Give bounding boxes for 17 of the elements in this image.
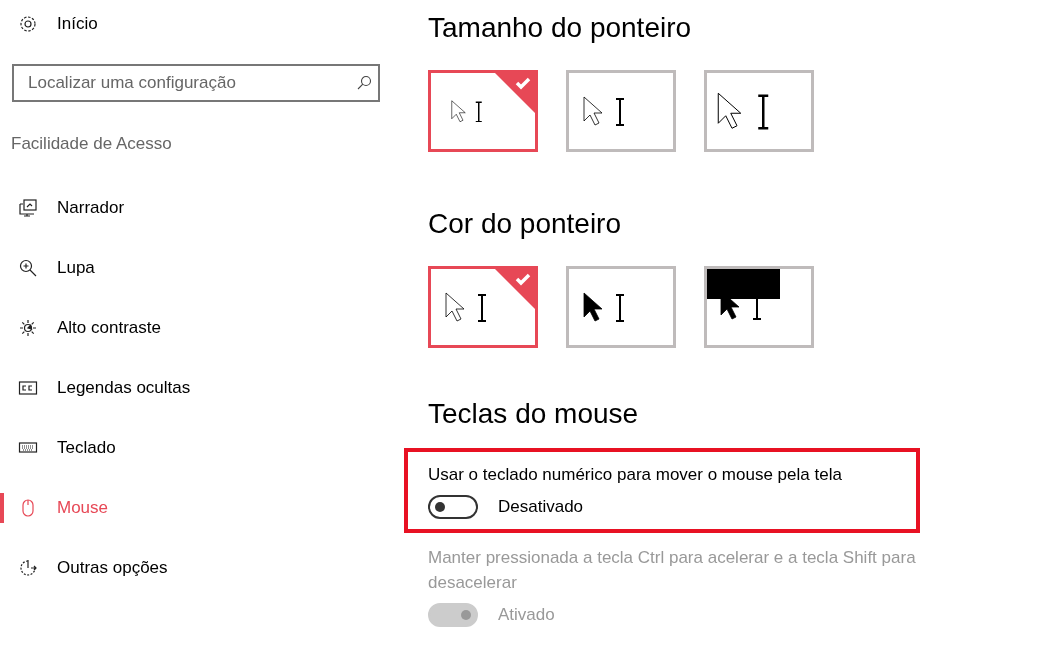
- section-title: Cor do ponteiro: [428, 207, 622, 241]
- section-heading: Facilidade de Acesso: [11, 134, 173, 155]
- section-title: Teclas do mouse: [428, 397, 640, 431]
- nav-item[interactable]: Narrador: [0, 178, 404, 238]
- nav-item[interactable]: Outras opções: [0, 538, 404, 598]
- nav-item[interactable]: Lupa: [0, 238, 404, 298]
- nav-item[interactable]: Teclado: [0, 418, 404, 478]
- search-field[interactable]: Localizar uma configuração: [12, 64, 380, 102]
- toggle-state: Desativado: [498, 497, 584, 517]
- nav-item[interactable]: Mouse: [0, 478, 404, 538]
- setting-label: Manter pressionada a tecla Ctrl para acelerar e a tecla Shift para desacelerar: [428, 547, 916, 594]
- setting-label: Usar o teclado numérico para mover o mouse pela tela: [428, 464, 843, 486]
- nav-item[interactable]: Legendas ocultas: [0, 358, 404, 418]
- home-link[interactable]: Início: [57, 14, 98, 34]
- toggle-state: Ativado: [498, 605, 555, 625]
- nav-item[interactable]: Alto contraste: [0, 298, 404, 358]
- section-title: Tamanho do ponteiro: [428, 11, 693, 45]
